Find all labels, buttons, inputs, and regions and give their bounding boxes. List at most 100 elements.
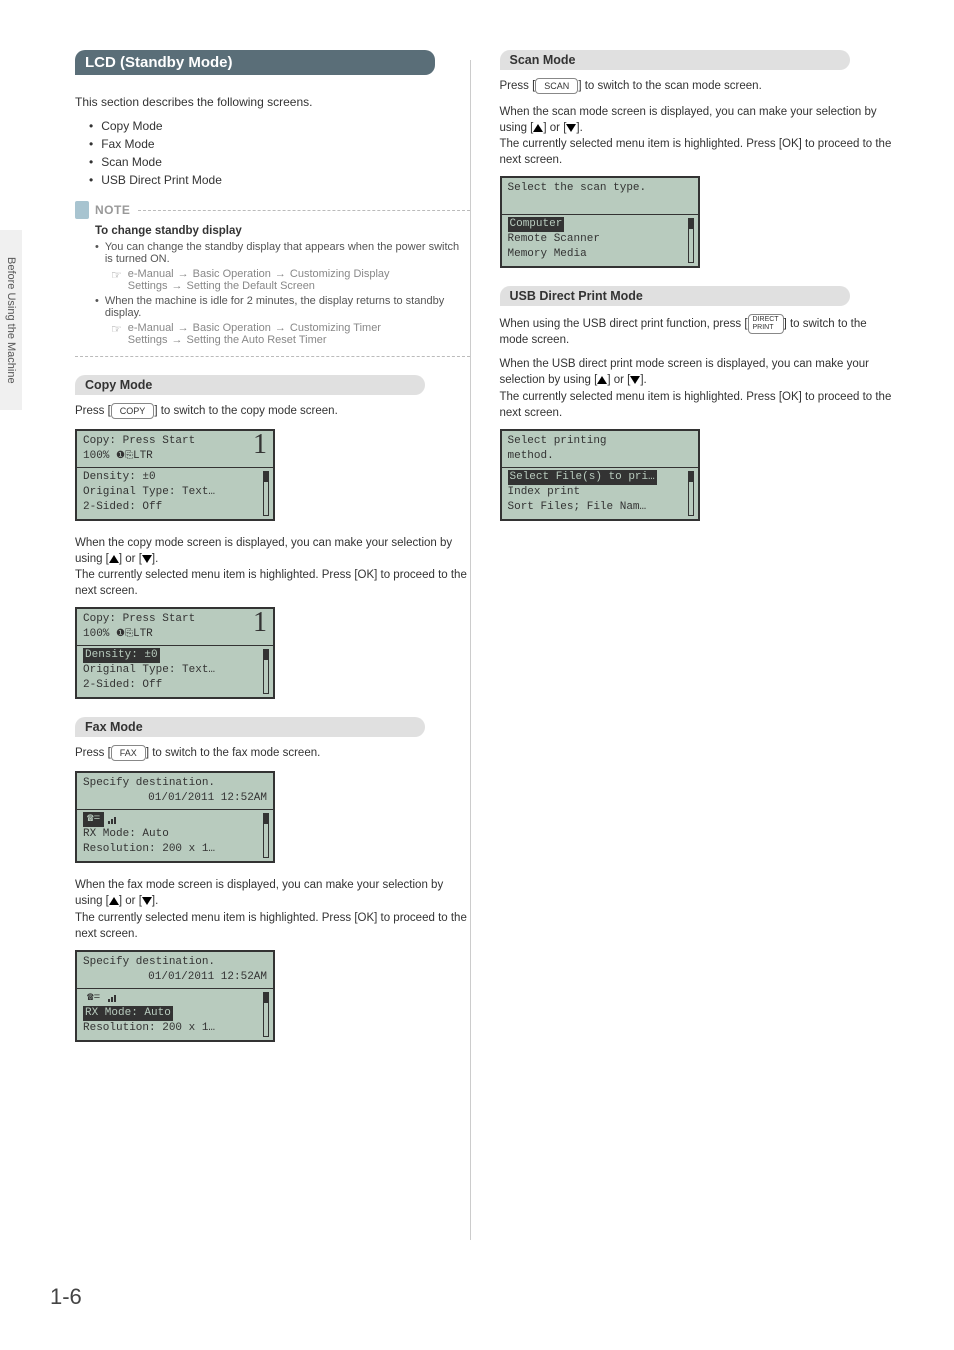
lcd-line: Specify destination. bbox=[83, 776, 267, 791]
press-instruction: Press [SCAN] to switch to the scan mode … bbox=[500, 78, 895, 94]
lcd-line bbox=[508, 196, 692, 211]
page-number: 1-6 bbox=[50, 1284, 82, 1310]
lcd-line-hl: Select File(s) to pri… bbox=[508, 470, 692, 485]
scrollbar bbox=[688, 471, 694, 516]
scan-key: SCAN bbox=[535, 78, 578, 94]
lcd-line: 2-Sided: Off bbox=[83, 678, 267, 693]
lcd-scan: Select the scan type. Computer Remote Sc… bbox=[500, 176, 700, 268]
description: When the fax mode screen is displayed, y… bbox=[75, 877, 470, 941]
text: Press [ bbox=[75, 405, 111, 417]
lcd-line: 01/01/2011 12:52AM bbox=[83, 791, 267, 806]
lcd-line: Specify destination. bbox=[83, 955, 267, 970]
dash-rule bbox=[75, 356, 470, 357]
note-icon bbox=[75, 201, 89, 219]
signal-icon bbox=[108, 816, 116, 824]
hand-icon: ☞ bbox=[111, 268, 122, 282]
lcd-line: Resolution: 200 x 1… bbox=[83, 1021, 267, 1036]
lcd-line: Density: ±0 bbox=[83, 470, 267, 485]
section-scan-mode: Scan Mode bbox=[500, 50, 850, 70]
lcd-line: method. bbox=[508, 449, 692, 464]
press-instruction: Press [FAX] to switch to the fax mode sc… bbox=[75, 745, 470, 761]
lcd-line: RX Mode: Auto bbox=[83, 827, 267, 842]
list-item: Copy Mode bbox=[89, 119, 470, 133]
lcd-fax-1: Specify destination. 01/01/2011 12:52AM … bbox=[75, 771, 275, 863]
ref-part: e-Manual bbox=[128, 268, 174, 280]
down-arrow-icon bbox=[630, 376, 640, 384]
lcd-line: Memory Media bbox=[508, 247, 692, 262]
lcd-line-hl: Density: ±0 bbox=[83, 648, 267, 663]
lcd-counter: 1 bbox=[253, 609, 267, 637]
section-copy-mode: Copy Mode bbox=[75, 375, 425, 395]
lcd-line: Copy: Press Start bbox=[83, 434, 267, 449]
lcd-line: Copy: Press Start bbox=[83, 612, 267, 627]
lcd-line: Sort Files; File Nam… bbox=[508, 500, 692, 515]
intro-text: This section describes the following scr… bbox=[75, 95, 470, 109]
page-title: LCD (Standby Mode) bbox=[75, 50, 435, 75]
lcd-line: Original Type: Text… bbox=[83, 663, 267, 678]
fax-key: FAX bbox=[111, 745, 146, 761]
lcd-line: Select the scan type. bbox=[508, 181, 692, 196]
lcd-line: 2-Sided: Off bbox=[83, 500, 267, 515]
list-item: USB Direct Print Mode bbox=[89, 173, 470, 187]
lcd-fax-2: Specify destination. 01/01/2011 12:52AM … bbox=[75, 950, 275, 1042]
lcd-line: Index print bbox=[508, 485, 692, 500]
side-tab: Before Using the Machine bbox=[0, 230, 22, 410]
description: When the USB direct print mode screen is… bbox=[500, 356, 895, 420]
lcd-counter: 1 bbox=[253, 431, 267, 459]
lcd-line: Original Type: Text… bbox=[83, 485, 267, 500]
scrollbar bbox=[263, 992, 269, 1037]
lcd-line: Select printing bbox=[508, 434, 692, 449]
note-heading: To change standby display bbox=[95, 225, 470, 237]
note-item-text: When the machine is idle for 2 minutes, … bbox=[105, 295, 470, 319]
press-instruction: Press [COPY] to switch to the copy mode … bbox=[75, 403, 470, 419]
down-arrow-icon bbox=[566, 124, 576, 132]
ref-part: Setting the Default Screen bbox=[187, 280, 315, 292]
up-arrow-icon bbox=[109, 555, 119, 563]
text: ] to switch to the copy mode screen. bbox=[154, 405, 337, 417]
ref-part: Basic Operation bbox=[193, 268, 271, 280]
lcd-line: 100% ❶⎘LTR bbox=[83, 627, 267, 642]
press-instruction: When using the USB direct print function… bbox=[500, 314, 895, 346]
lcd-line-hl: ☎= bbox=[83, 812, 267, 827]
paper-icon: ❶⎘ bbox=[116, 629, 133, 640]
ref-link: ☞ e-Manual→Basic Operation→Customizing D… bbox=[111, 268, 470, 292]
paper-icon: ❶⎘ bbox=[116, 451, 133, 462]
lcd-line: Remote Scanner bbox=[508, 232, 692, 247]
lcd-line-hl: Computer bbox=[508, 217, 692, 232]
up-arrow-icon bbox=[533, 124, 543, 132]
scrollbar bbox=[263, 471, 269, 516]
screens-list: Copy Mode Fax Mode Scan Mode USB Direct … bbox=[89, 119, 470, 187]
list-item: Fax Mode bbox=[89, 137, 470, 151]
hand-icon: ☞ bbox=[111, 322, 122, 336]
note-label: NOTE bbox=[95, 203, 130, 217]
note-item: •You can change the standby display that… bbox=[95, 241, 470, 265]
column-divider bbox=[470, 60, 471, 1240]
up-arrow-icon bbox=[597, 376, 607, 384]
description: When the copy mode screen is displayed, … bbox=[75, 535, 470, 599]
description: When the scan mode screen is displayed, … bbox=[500, 104, 895, 168]
lcd-usb: Select printing method. Select File(s) t… bbox=[500, 429, 700, 521]
down-arrow-icon bbox=[142, 897, 152, 905]
lcd-line: ☎= bbox=[83, 991, 267, 1006]
scrollbar bbox=[263, 813, 269, 858]
lcd-line: Resolution: 200 x 1… bbox=[83, 842, 267, 857]
down-arrow-icon bbox=[142, 555, 152, 563]
signal-icon bbox=[108, 994, 116, 1002]
lcd-line: 100% ❶⎘LTR bbox=[83, 449, 267, 464]
up-arrow-icon bbox=[109, 897, 119, 905]
scrollbar bbox=[263, 649, 269, 694]
note-item-text: You can change the standby display that … bbox=[105, 241, 470, 265]
scrollbar bbox=[688, 218, 694, 263]
list-item: Scan Mode bbox=[89, 155, 470, 169]
lcd-line: 01/01/2011 12:52AM bbox=[83, 970, 267, 985]
ref-part: e-Manual bbox=[128, 322, 174, 334]
lcd-line-hl: RX Mode: Auto bbox=[83, 1006, 267, 1021]
section-fax-mode: Fax Mode bbox=[75, 717, 425, 737]
dash-rule bbox=[138, 210, 469, 211]
ref-link: ☞ e-Manual→Basic Operation→Customizing T… bbox=[111, 322, 470, 346]
lcd-copy-2: Copy: Press Start 100% ❶⎘LTR 1 Density: … bbox=[75, 607, 275, 699]
ref-part: Setting the Auto Reset Timer bbox=[187, 334, 327, 346]
note-item: •When the machine is idle for 2 minutes,… bbox=[95, 295, 470, 319]
section-usb-mode: USB Direct Print Mode bbox=[500, 286, 850, 306]
direct-print-key: DIRECTPRINT bbox=[748, 314, 784, 334]
